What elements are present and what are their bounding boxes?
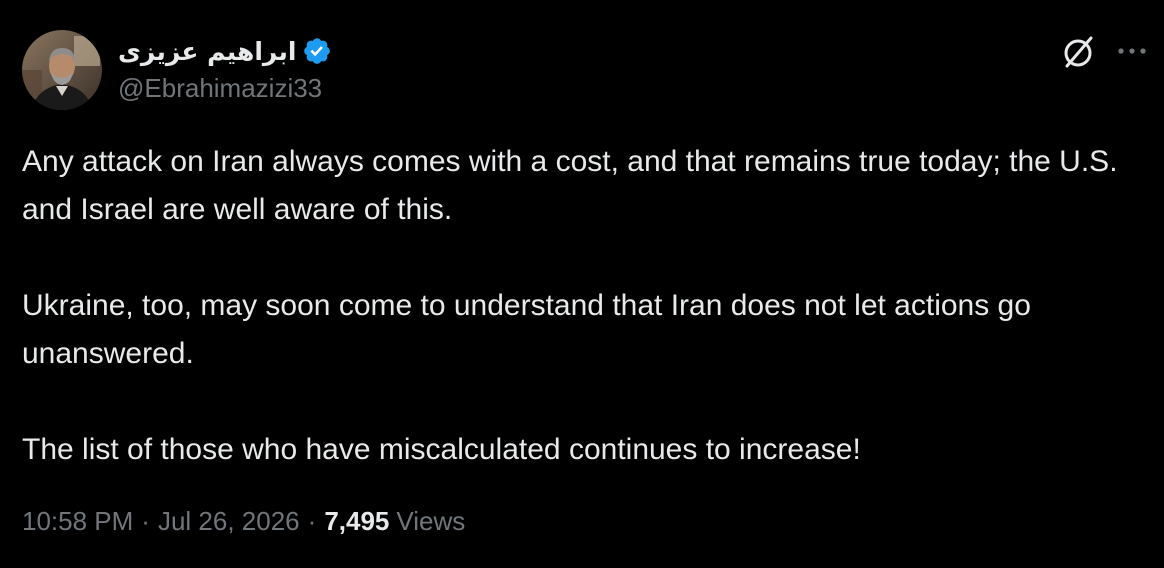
meta-separator: ·	[307, 506, 317, 536]
tweet-time[interactable]: 10:58 PM	[22, 506, 133, 537]
author-handle[interactable]: @Ebrahimazizi33	[118, 73, 322, 104]
tweet: ابراهیم عزیزی @Ebrahimazizi33 Any attack…	[0, 0, 1164, 568]
tweet-date[interactable]: Jul 26, 2026	[158, 506, 300, 537]
avatar-image	[22, 30, 102, 110]
verified-badge-icon	[302, 36, 332, 66]
tweet-meta: 10:58 PM · Jul 26, 2026 · 7,495 Views	[22, 506, 465, 537]
author-name-row: ابراهیم عزیزی	[118, 32, 332, 70]
views-label: Views	[396, 506, 466, 536]
grok-icon[interactable]	[1058, 32, 1098, 72]
tweet-text: Any attack on Iran always comes with a c…	[22, 138, 1132, 474]
tweet-paragraph: Any attack on Iran always comes with a c…	[22, 145, 1118, 226]
avatar[interactable]	[22, 30, 102, 110]
tweet-paragraph: The list of those who have miscalculated…	[22, 433, 861, 466]
tweet-paragraph: Ukraine, too, may soon come to understan…	[22, 289, 1031, 370]
author-display-name[interactable]: ابراهیم عزیزی	[118, 37, 296, 66]
more-options-icon[interactable]	[1112, 36, 1152, 66]
views-count[interactable]: 7,495	[324, 506, 389, 537]
meta-separator: ·	[141, 506, 150, 536]
